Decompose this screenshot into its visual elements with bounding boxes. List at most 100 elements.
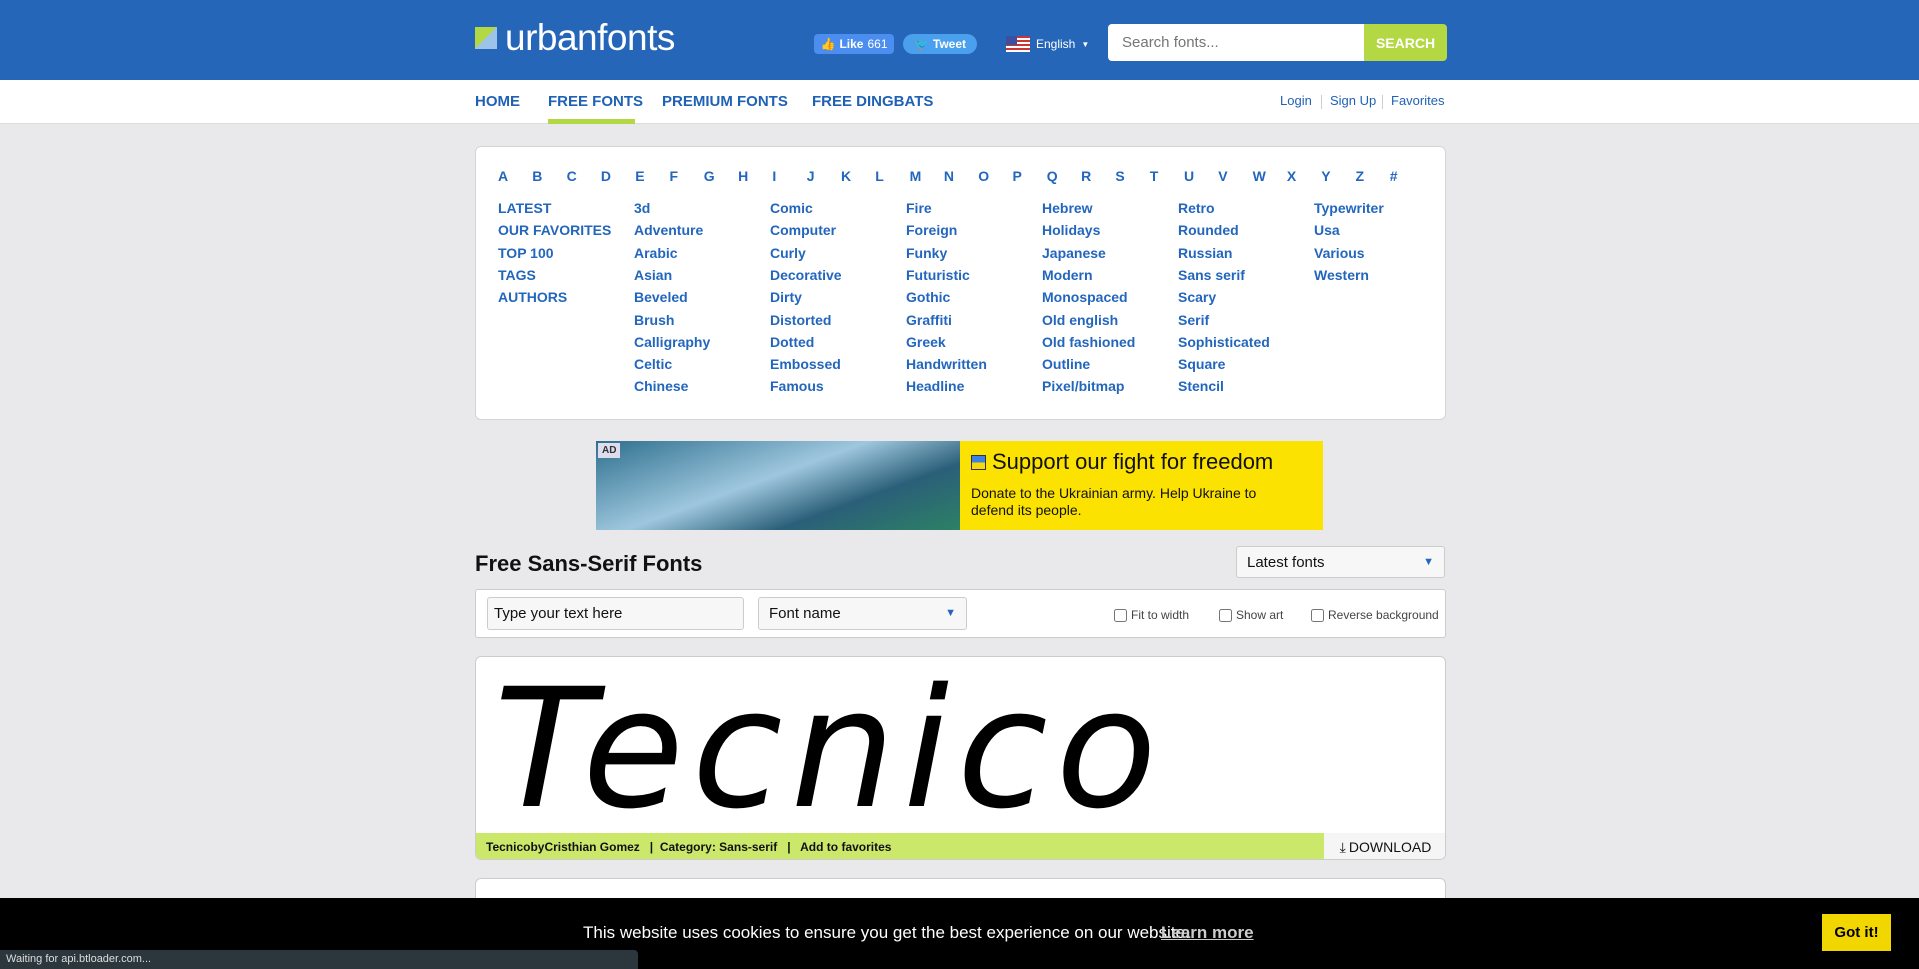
category-link[interactable]: Usa <box>1314 222 1340 238</box>
category-link[interactable]: Scary <box>1178 289 1216 305</box>
category-link[interactable]: Old fashioned <box>1042 334 1135 350</box>
category-link[interactable]: Curly <box>770 245 806 261</box>
category-link[interactable]: Dirty <box>770 289 802 305</box>
facebook-like-button[interactable]: 👍 Like 661 <box>814 34 894 54</box>
language-selector[interactable]: English ▼ <box>1006 34 1089 54</box>
letter-link-a[interactable]: A <box>498 168 508 184</box>
reverse-background-option[interactable]: Reverse background <box>1311 608 1439 622</box>
nav-premium-fonts[interactable]: PREMIUM FONTS <box>662 93 788 110</box>
letter-link-n[interactable]: N <box>944 168 954 184</box>
category-link[interactable]: Rounded <box>1178 222 1239 238</box>
category-link[interactable]: Serif <box>1178 312 1209 328</box>
login-link[interactable]: Login <box>1280 93 1312 108</box>
signup-link[interactable]: Sign Up <box>1330 93 1376 108</box>
letter-link-h[interactable]: H <box>738 168 748 184</box>
letter-link-j[interactable]: J <box>807 168 815 184</box>
category-link[interactable]: TAGS <box>498 267 536 283</box>
category-link[interactable]: Greek <box>906 334 946 350</box>
category-link[interactable]: Foreign <box>906 222 957 238</box>
letter-link-u[interactable]: U <box>1184 168 1194 184</box>
letter-link-d[interactable]: D <box>601 168 611 184</box>
category-link[interactable]: Retro <box>1178 200 1215 216</box>
category-link[interactable]: OUR FAVORITES <box>498 222 611 238</box>
fit-to-width-checkbox[interactable] <box>1114 608 1127 622</box>
letter-link-v[interactable]: V <box>1218 168 1227 184</box>
nav-free-dingbats[interactable]: FREE DINGBATS <box>812 93 933 110</box>
letter-link-b[interactable]: B <box>532 168 542 184</box>
letter-link-f[interactable]: F <box>670 168 679 184</box>
letter-link-k[interactable]: K <box>841 168 851 184</box>
category-link[interactable]: Handwritten <box>906 356 987 372</box>
letter-link-z[interactable]: Z <box>1356 168 1365 184</box>
download-button[interactable]: ⤓ DOWNLOAD <box>1324 833 1445 859</box>
letter-link-y[interactable]: Y <box>1321 168 1330 184</box>
letter-link-q[interactable]: Q <box>1047 168 1058 184</box>
category-link[interactable]: Typewriter <box>1314 200 1384 216</box>
category-link[interactable]: Dotted <box>770 334 814 350</box>
category-link[interactable]: Monospaced <box>1042 289 1128 305</box>
category-link[interactable]: Funky <box>906 245 947 261</box>
category-link[interactable]: Asian <box>634 267 672 283</box>
category-link[interactable]: Japanese <box>1042 245 1106 261</box>
search-button[interactable]: SEARCH <box>1364 24 1447 61</box>
letter-link-r[interactable]: R <box>1081 168 1091 184</box>
reverse-background-checkbox[interactable] <box>1311 608 1324 622</box>
letter-link-e[interactable]: E <box>635 168 644 184</box>
sort-select[interactable]: Latest fonts ▼ <box>1236 546 1445 578</box>
letter-link-i[interactable]: I <box>772 168 776 184</box>
show-art-checkbox[interactable] <box>1219 608 1232 622</box>
font-name-select[interactable]: Font name ▼ <box>758 597 967 630</box>
font-meta[interactable]: TecnicobyCristhian Gomez | Category: San… <box>476 833 1324 859</box>
letter-link-c[interactable]: C <box>567 168 577 184</box>
category-link[interactable]: AUTHORS <box>498 289 567 305</box>
category-link[interactable]: Decorative <box>770 267 842 283</box>
tweet-button[interactable]: 🐦 Tweet <box>903 34 977 54</box>
font-preview[interactable]: Tecnico <box>494 657 1165 845</box>
category-link[interactable]: Square <box>1178 356 1225 372</box>
category-link[interactable]: Fire <box>906 200 932 216</box>
category-link[interactable]: Comic <box>770 200 813 216</box>
learn-more-link[interactable]: Learn more <box>1161 923 1254 943</box>
letter-link-m[interactable]: M <box>910 168 922 184</box>
letter-link-hash[interactable]: # <box>1390 168 1398 184</box>
category-link[interactable]: Beveled <box>634 289 688 305</box>
category-link[interactable]: Holidays <box>1042 222 1100 238</box>
category-link[interactable]: Pixel/bitmap <box>1042 378 1124 394</box>
nav-home[interactable]: HOME <box>475 93 520 110</box>
letter-link-g[interactable]: G <box>704 168 715 184</box>
logo[interactable]: urbanfonts <box>475 17 675 58</box>
letter-link-w[interactable]: W <box>1253 168 1266 184</box>
category-link[interactable]: Russian <box>1178 245 1232 261</box>
fit-to-width-option[interactable]: Fit to width <box>1114 608 1189 622</box>
category-link[interactable]: Old english <box>1042 312 1118 328</box>
category-link[interactable]: Gothic <box>906 289 950 305</box>
letter-link-x[interactable]: X <box>1287 168 1296 184</box>
category-link[interactable]: Celtic <box>634 356 672 372</box>
category-link[interactable]: TOP 100 <box>498 245 554 261</box>
category-link[interactable]: Various <box>1314 245 1365 261</box>
preview-text-input[interactable] <box>487 597 744 630</box>
category-link[interactable]: Headline <box>906 378 964 394</box>
category-link[interactable]: Adventure <box>634 222 703 238</box>
category-link[interactable]: 3d <box>634 200 650 216</box>
show-art-option[interactable]: Show art <box>1219 608 1283 622</box>
letter-link-p[interactable]: P <box>1013 168 1022 184</box>
letter-link-o[interactable]: O <box>978 168 989 184</box>
category-link[interactable]: Embossed <box>770 356 841 372</box>
category-link[interactable]: LATEST <box>498 200 551 216</box>
category-link[interactable]: Futuristic <box>906 267 970 283</box>
letter-link-t[interactable]: T <box>1150 168 1159 184</box>
category-link[interactable]: Graffiti <box>906 312 952 328</box>
letter-link-s[interactable]: S <box>1115 168 1124 184</box>
category-link[interactable]: Sophisticated <box>1178 334 1270 350</box>
category-link[interactable]: Arabic <box>634 245 678 261</box>
category-link[interactable]: Stencil <box>1178 378 1224 394</box>
category-link[interactable]: Famous <box>770 378 824 394</box>
advertisement-banner[interactable]: AD Support our fight for freedom Donate … <box>596 441 1323 530</box>
category-link[interactable]: Chinese <box>634 378 688 394</box>
letter-link-l[interactable]: L <box>875 168 884 184</box>
category-link[interactable]: Calligraphy <box>634 334 710 350</box>
nav-free-fonts[interactable]: FREE FONTS <box>548 93 643 110</box>
category-link[interactable]: Modern <box>1042 267 1093 283</box>
category-link[interactable]: Sans serif <box>1178 267 1245 283</box>
